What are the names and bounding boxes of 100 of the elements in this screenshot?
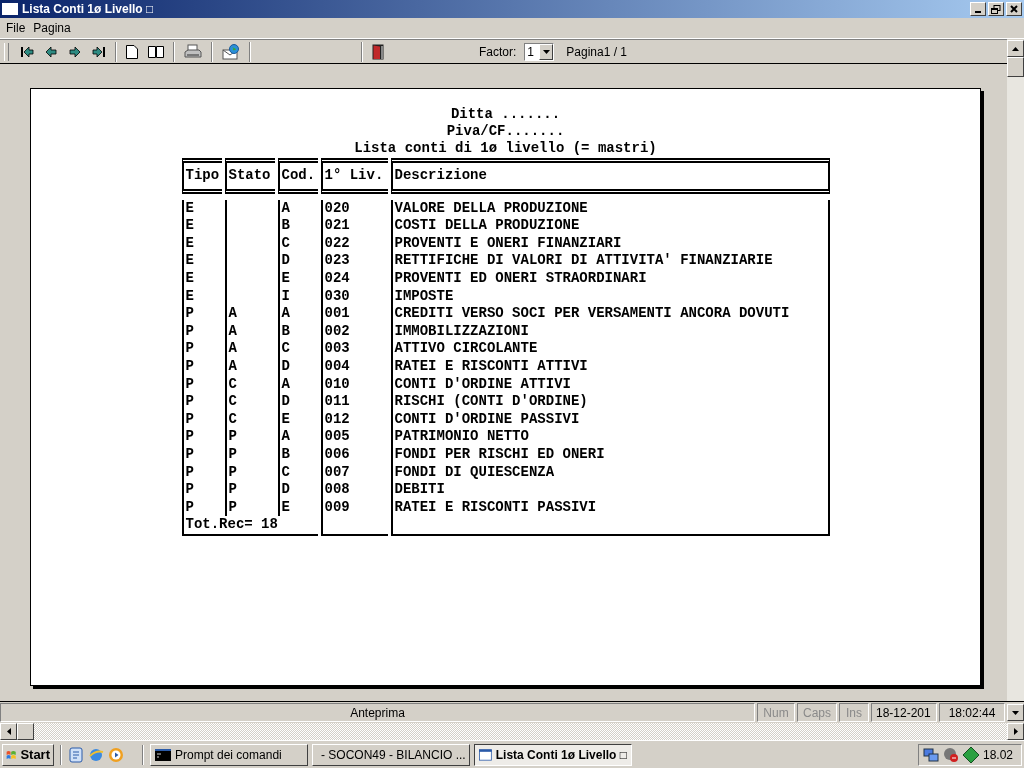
table-cell: FONDI DI QUIESCENZA xyxy=(390,463,830,482)
table-cell: 023 xyxy=(320,252,388,270)
table-cell: RISCHI (CONTI D'ORDINE) xyxy=(390,393,830,411)
key-indicator: Caps xyxy=(797,703,837,722)
table-cell: RATEI E RISCONTI PASSIVI xyxy=(390,498,830,517)
table-cell: C xyxy=(224,393,275,411)
report-header-line: Ditta ....... xyxy=(450,106,561,123)
table-cell: B xyxy=(277,445,318,464)
table-cell: 003 xyxy=(320,340,388,358)
factor-label: Factor: xyxy=(478,44,517,59)
table-cell: P xyxy=(224,463,275,482)
table-cell: CREDITI VERSO SOCI PER VERSAMENTI ANCORA DOVUTI xyxy=(390,305,830,323)
column-header: Stato xyxy=(224,158,275,194)
table-cell: D xyxy=(277,252,318,270)
table-cell: A xyxy=(277,305,318,323)
table-cell: E xyxy=(181,199,222,218)
table-cell: P xyxy=(181,410,222,429)
table-cell: 009 xyxy=(320,498,388,517)
table-cell: C xyxy=(224,375,275,394)
table-cell: P xyxy=(181,375,222,394)
table-cell: 020 xyxy=(320,199,388,218)
table-cell: E xyxy=(181,234,222,253)
table-cell: RETTIFICHE DI VALORI DI ATTIVITA' FINANZIARIE xyxy=(390,252,830,270)
window-title: Lista Conti 1ø Livello □ xyxy=(22,2,155,16)
table-cell: A xyxy=(224,340,275,358)
table-cell: FONDI PER RISCHI ED ONERI xyxy=(390,445,830,464)
table-cell: P xyxy=(224,428,275,446)
key-indicator: Num xyxy=(757,703,795,722)
menu-item[interactable]: File xyxy=(2,21,30,35)
table-cell: A xyxy=(224,322,275,341)
table-cell: C xyxy=(277,340,318,358)
table-cell: P xyxy=(181,445,222,464)
table-cell: E xyxy=(181,252,222,270)
table-cell: CONTI D'ORDINE ATTIVI xyxy=(390,375,830,394)
table-cell: P xyxy=(224,498,275,517)
table-cell: 021 xyxy=(320,217,388,235)
table-cell: PROVENTI E ONERI FINANZIARI xyxy=(390,234,830,253)
column-header: Descrizione xyxy=(390,158,830,194)
table-cell: A xyxy=(277,428,318,446)
table-cell: E xyxy=(181,287,222,306)
table-cell: C xyxy=(277,234,318,253)
table-cell: E xyxy=(181,269,222,288)
table-cell: C xyxy=(277,463,318,482)
status-date: 18-12-201 xyxy=(871,703,937,722)
table-cell: P xyxy=(224,445,275,464)
table-cell: I xyxy=(277,287,318,306)
table-cell: 022 xyxy=(320,234,388,253)
table-cell: 012 xyxy=(320,410,388,429)
table-cell: A xyxy=(277,375,318,394)
table-cell: E xyxy=(277,410,318,429)
table-cell: E xyxy=(181,217,222,235)
report-header-line: Lista conti di 1ø livello (= mastri) xyxy=(354,140,657,157)
table-cell: 010 xyxy=(320,375,388,394)
table-cell: D xyxy=(277,481,318,499)
table-cell: P xyxy=(181,305,222,323)
factor-dropdown[interactable]: 1 xyxy=(524,42,555,61)
table-cell: RATEI E RISCONTI ATTIVI xyxy=(390,357,830,376)
table-cell: B xyxy=(277,217,318,235)
menu-item[interactable]: Pagina xyxy=(29,21,75,35)
column-header: Cod. xyxy=(277,158,318,194)
table-cell: 011 xyxy=(320,393,388,411)
taskbar-button[interactable]: Prompt dei comandi xyxy=(150,743,308,766)
table-cell: 030 xyxy=(320,287,388,306)
table-cell: 004 xyxy=(320,357,388,376)
table-cell: D xyxy=(277,357,318,376)
table-cell: COSTI DELLA PRODUZIONE xyxy=(390,217,830,235)
table-cell: VALORE DELLA PRODUZIONE xyxy=(390,199,830,218)
table-cell: 024 xyxy=(320,269,388,288)
table-cell: ATTIVO CIRCOLANTE xyxy=(390,340,830,358)
table-cell: A xyxy=(224,305,275,323)
table-cell: B xyxy=(277,322,318,341)
table-cell: D xyxy=(277,393,318,411)
table-cell: E xyxy=(277,498,318,517)
clock: 18.02 xyxy=(982,747,1013,762)
column-header: Tipo xyxy=(181,158,222,194)
table-cell: PROVENTI ED ONERI STRAORDINARI xyxy=(390,269,830,288)
table-cell: P xyxy=(181,498,222,517)
table-cell: 008 xyxy=(320,481,388,499)
table-cell: 006 xyxy=(320,445,388,464)
table-cell: C xyxy=(224,410,275,429)
table-cell: P xyxy=(181,322,222,341)
status-text: Anteprima xyxy=(0,703,755,722)
table-cell: 005 xyxy=(320,428,388,446)
table-cell: CONTI D'ORDINE PASSIVI xyxy=(390,410,830,429)
table-cell: PATRIMONIO NETTO xyxy=(390,428,830,446)
table-cell: P xyxy=(181,481,222,499)
table-cell: A xyxy=(277,199,318,218)
table-cell: E xyxy=(277,269,318,288)
taskbar-button[interactable]: Lista Conti 1ø Livello □ xyxy=(474,743,632,766)
table-cell: P xyxy=(181,340,222,358)
page-indicator: Pagina1 / 1 xyxy=(566,44,627,59)
table-cell: P xyxy=(181,393,222,411)
table-cell: IMPOSTE xyxy=(390,287,830,306)
table-cell: 007 xyxy=(320,463,388,482)
start-button[interactable]: Start xyxy=(2,743,54,766)
taskbar-button[interactable]: - SOCON49 - BILANCIO ... xyxy=(312,743,470,766)
table-cell: IMMOBILIZZAZIONI xyxy=(390,322,830,341)
table-cell: 001 xyxy=(320,305,388,323)
table-cell: A xyxy=(224,357,275,376)
column-header: 1° Liv. xyxy=(320,158,388,194)
